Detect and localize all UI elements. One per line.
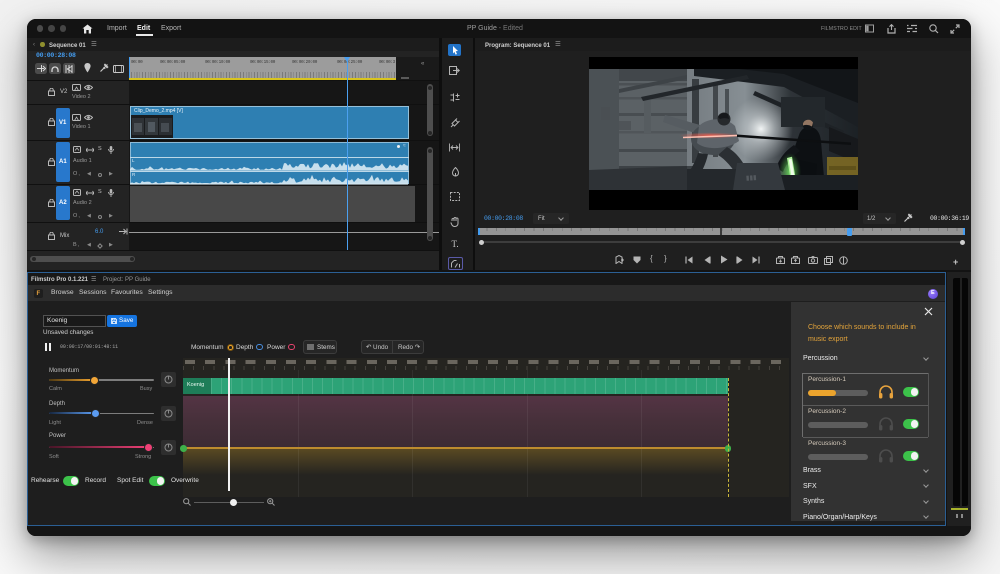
svg-text:▮▮▮: ▮▮▮ — [746, 174, 758, 182]
